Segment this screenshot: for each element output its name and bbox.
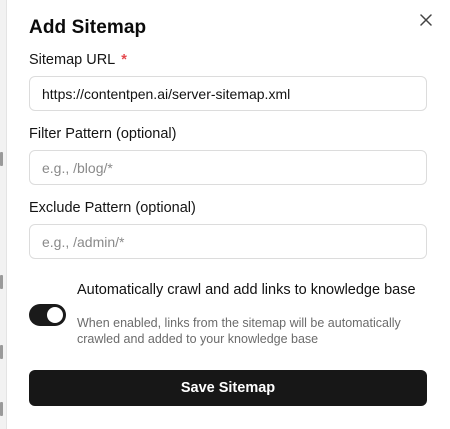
background-text-fragment xyxy=(0,402,3,416)
close-button[interactable] xyxy=(417,11,435,29)
save-sitemap-button[interactable]: Save Sitemap xyxy=(29,370,427,406)
auto-crawl-label: Automatically crawl and add links to kno… xyxy=(77,282,416,298)
exclude-pattern-label: Exclude Pattern (optional) xyxy=(29,200,196,216)
add-sitemap-dialog: Add Sitemap Sitemap URL * Filter Pattern … xyxy=(6,0,450,429)
dialog-title: Add Sitemap xyxy=(29,17,147,38)
sitemap-url-label-text: Sitemap URL xyxy=(29,52,116,68)
filter-pattern-input[interactable] xyxy=(29,150,427,185)
background-text-fragment xyxy=(0,345,3,359)
required-indicator: * xyxy=(121,52,127,68)
sitemap-url-input[interactable] xyxy=(29,76,427,111)
auto-crawl-toggle[interactable] xyxy=(29,304,66,326)
sitemap-url-label: Sitemap URL * xyxy=(29,52,127,68)
close-icon xyxy=(420,14,432,26)
toggle-knob xyxy=(47,307,63,323)
auto-crawl-description: When enabled, links from the sitemap wil… xyxy=(77,316,401,346)
background-text-fragment xyxy=(0,152,3,166)
exclude-pattern-input[interactable] xyxy=(29,224,427,259)
background-text-fragment xyxy=(0,275,3,289)
filter-pattern-label: Filter Pattern (optional) xyxy=(29,126,177,142)
